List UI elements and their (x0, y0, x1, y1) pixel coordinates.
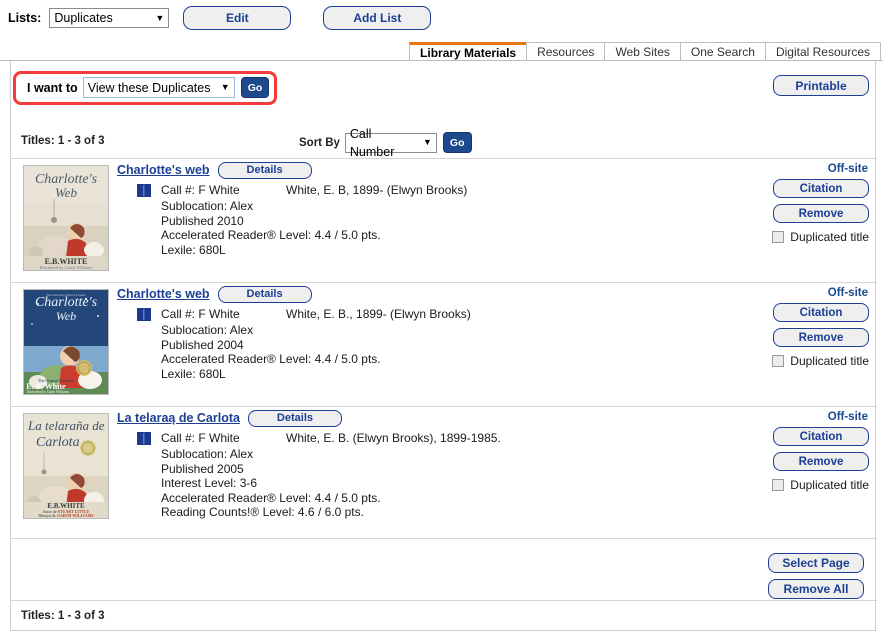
remove-button[interactable]: Remove (773, 204, 869, 223)
record-meta-line: Published 2004 (161, 338, 767, 353)
divider (11, 282, 877, 283)
record-author: White, E. B, 1899- (Elwyn Brooks) (286, 183, 467, 197)
sort-go-button[interactable]: Go (443, 132, 472, 153)
remove-all-button[interactable]: Remove All (768, 579, 864, 599)
page-bottom-border (11, 630, 877, 631)
lists-label: Lists: (8, 11, 41, 25)
book-icon (137, 184, 151, 197)
record-meta-line: Published 2005 (161, 462, 767, 477)
sort-by-select[interactable]: Call Number ▼ (345, 133, 437, 153)
lists-select[interactable]: Duplicates ▼ (49, 8, 169, 28)
record-meta-line: Accelerated Reader® Level: 4.4 / 5.0 pts… (161, 228, 767, 243)
record-meta-line: Reading Counts!® Level: 4.6 / 6.0 pts. (161, 505, 767, 520)
svg-text:Carlota: Carlota (36, 435, 80, 450)
action-select[interactable]: View these Duplicates ▼ (83, 77, 235, 98)
chevron-down-icon: ▼ (423, 138, 432, 147)
record-metadata: Sublocation: Alex Published 2004 Acceler… (161, 323, 767, 381)
details-button[interactable]: Details (218, 286, 312, 303)
book-cover-thumbnail[interactable]: Charlotte's Web The Newbery Honor Classi… (23, 289, 109, 395)
divider (11, 158, 877, 159)
record-call-number: Call #: F White (161, 431, 286, 445)
record-metadata: Sublocation: Alex Published 2010 Acceler… (161, 199, 767, 257)
details-button[interactable]: Details (218, 162, 312, 179)
svg-text:Illustrated by Garth Williams: Illustrated by Garth Williams (27, 390, 70, 394)
status-badge: Off-site (759, 410, 868, 424)
record-title-link[interactable]: La telaraą de Carlota (117, 411, 240, 425)
svg-text:Charlotte's: Charlotte's (35, 295, 98, 310)
duplicated-title-label: Duplicated title (790, 354, 869, 368)
book-cover-thumbnail[interactable]: Charlotte's Web E.B.WHITE Illustrated by… (23, 165, 109, 271)
record-meta-line: Accelerated Reader® Level: 4.4 / 5.0 pts… (161, 352, 767, 367)
svg-text:Dibujos de GARTH WILLIAMS: Dibujos de GARTH WILLIAMS (38, 513, 94, 518)
divider (11, 538, 877, 539)
action-bar: I want to View these Duplicates ▼ Go Pri… (11, 70, 877, 106)
remove-button[interactable]: Remove (773, 452, 869, 471)
add-list-button[interactable]: Add List (323, 6, 431, 30)
remove-button[interactable]: Remove (773, 328, 869, 347)
svg-text:The Newbery Honor Classic: The Newbery Honor Classic (46, 293, 86, 297)
record-meta-line: Lexile: 680L (161, 367, 767, 382)
lists-select-value: Duplicates (54, 9, 112, 27)
results-header: Titles: 1 - 3 of 3 Sort By Call Number ▼… (11, 128, 877, 158)
tab-library-materials[interactable]: Library Materials (409, 42, 527, 61)
divider (11, 600, 877, 601)
record-call-number: Call #: F White (161, 307, 286, 321)
record-title-link[interactable]: Charlotte's web (117, 287, 210, 301)
svg-text:La telaraña de: La telaraña de (27, 418, 105, 433)
titles-count-bottom: Titles: 1 - 3 of 3 (21, 610, 105, 622)
select-page-button[interactable]: Select Page (768, 553, 864, 573)
tab-digital-resources[interactable]: Digital Resources (765, 42, 881, 61)
printable-button[interactable]: Printable (773, 75, 869, 96)
svg-text:Web: Web (55, 185, 77, 200)
tab-resources[interactable]: Resources (526, 42, 605, 61)
footer-actions: Select Page Remove All (754, 553, 864, 605)
tab-bar: Library Materials Resources Web Sites On… (0, 41, 883, 61)
book-icon (137, 308, 151, 321)
record-meta-line: Sublocation: Alex (161, 447, 767, 462)
record-author: White, E. B., 1899- (Elwyn Brooks) (286, 307, 471, 321)
action-go-button[interactable]: Go (241, 77, 270, 98)
duplicated-title-label: Duplicated title (790, 478, 869, 492)
status-badge: Off-site (759, 162, 868, 176)
svg-text:Web: Web (56, 309, 76, 323)
sort-by-value: Call Number (350, 125, 413, 161)
table-row: Charlotte's Web The Newbery Honor Classi… (11, 284, 877, 406)
duplicated-title-checkbox[interactable] (772, 355, 784, 367)
table-row: Charlotte's Web E.B.WHITE Illustrated by… (11, 160, 877, 282)
record-meta-line: Accelerated Reader® Level: 4.4 / 5.0 pts… (161, 491, 767, 506)
record-title-link[interactable]: Charlotte's web (117, 163, 210, 177)
action-select-value: View these Duplicates (88, 79, 211, 97)
duplicated-title-checkbox[interactable] (772, 479, 784, 491)
sort-by-label: Sort By (299, 137, 340, 149)
citation-button[interactable]: Citation (773, 427, 869, 446)
record-meta-line: Lexile: 680L (161, 243, 767, 258)
titles-count-top: Titles: 1 - 3 of 3 (21, 135, 105, 147)
record-meta-line: Published 2010 (161, 214, 767, 229)
book-icon (137, 432, 151, 445)
record-meta-line: Sublocation: Alex (161, 323, 767, 338)
divider (11, 406, 877, 407)
status-badge: Off-site (759, 286, 868, 300)
record-call-number: Call #: F White (161, 183, 286, 197)
citation-button[interactable]: Citation (773, 179, 869, 198)
duplicated-title-checkbox[interactable] (772, 231, 784, 243)
duplicated-title-label: Duplicated title (790, 230, 869, 244)
tab-web-sites[interactable]: Web Sites (604, 42, 680, 61)
tab-one-search[interactable]: One Search (680, 42, 766, 61)
citation-button[interactable]: Citation (773, 303, 869, 322)
svg-text:Illustrated by Garth Williams: Illustrated by Garth Williams (40, 265, 93, 270)
chevron-down-icon: ▼ (155, 14, 164, 23)
chevron-down-icon: ▼ (221, 83, 230, 92)
record-meta-line: Sublocation: Alex (161, 199, 767, 214)
i-want-to-label: I want to (27, 81, 78, 95)
record-metadata: Sublocation: Alex Published 2005 Interes… (161, 447, 767, 520)
record-author: White, E. B. (Elwyn Brooks), 1899-1985. (286, 431, 501, 445)
lists-toolbar: Lists: Duplicates ▼ Edit Add List (0, 0, 883, 36)
record-meta-line: Interest Level: 3-6 (161, 476, 767, 491)
details-button[interactable]: Details (248, 410, 342, 427)
table-row: La telaraña de Carlota E.B.WHITE Autor d… (11, 408, 877, 536)
book-cover-thumbnail[interactable]: La telaraña de Carlota E.B.WHITE Autor d… (23, 413, 109, 519)
edit-button[interactable]: Edit (183, 6, 291, 30)
